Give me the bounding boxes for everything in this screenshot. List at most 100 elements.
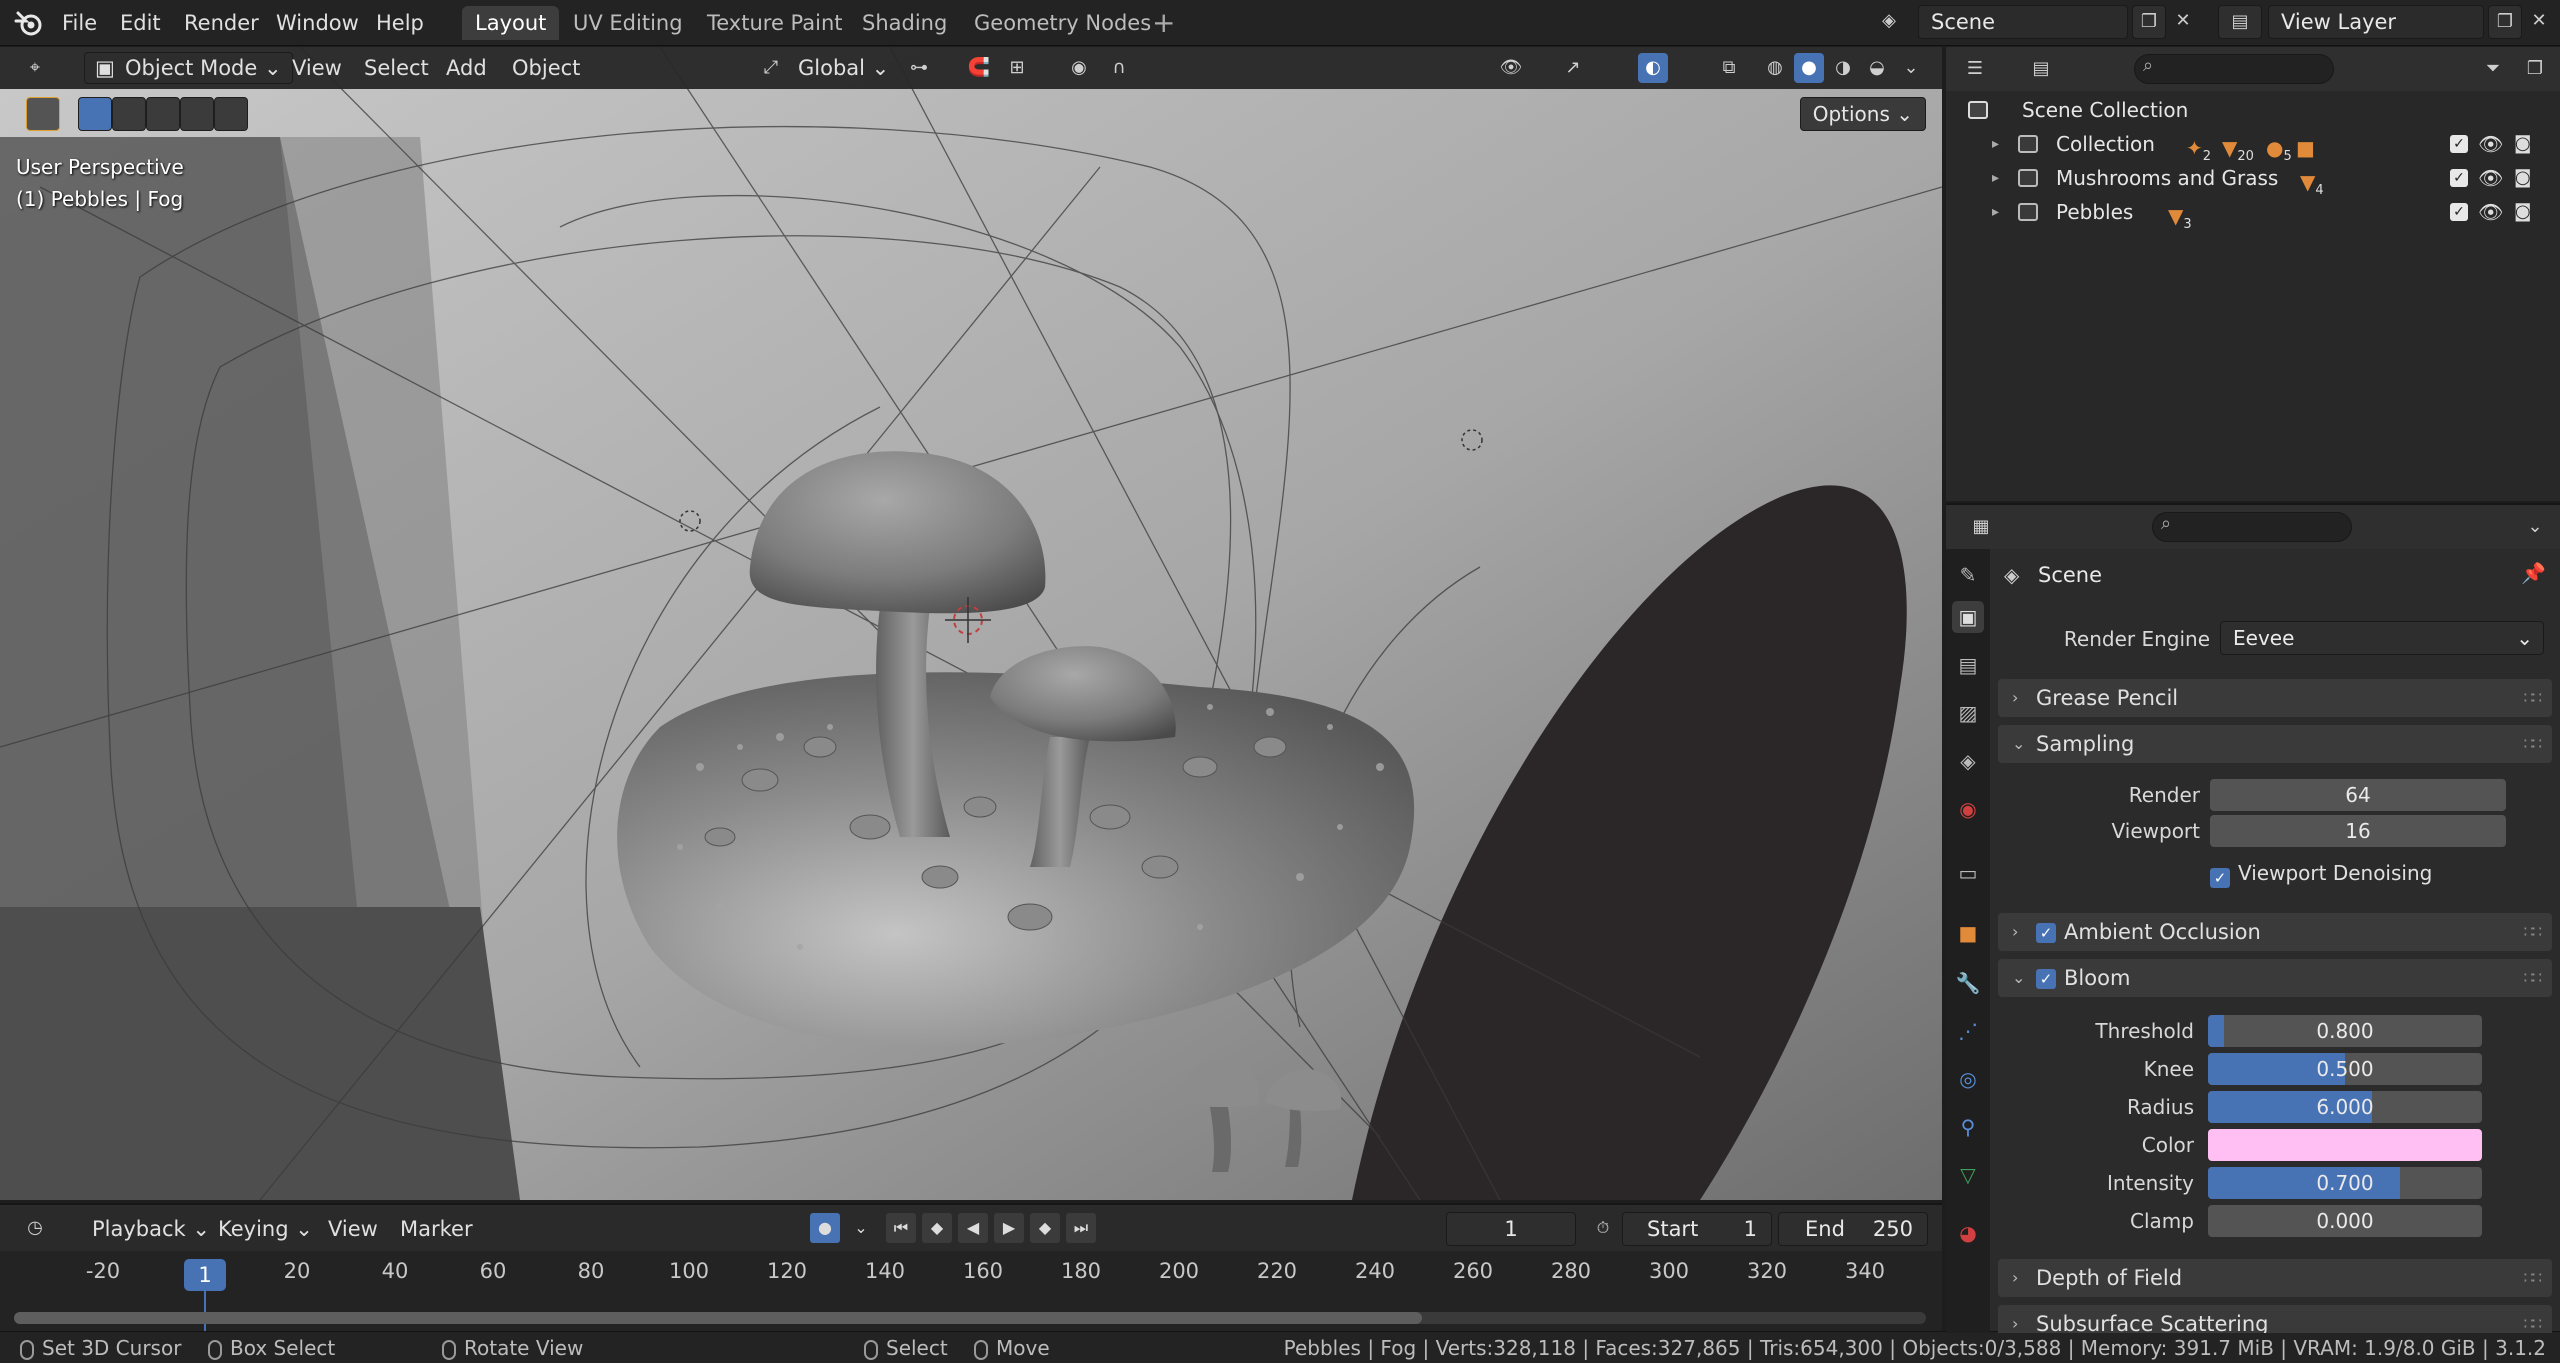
sampling-render-field[interactable]: 64: [2210, 779, 2506, 811]
keying-set-icon[interactable]: ⌄: [846, 1213, 876, 1243]
start-frame-field[interactable]: Start 1: [1622, 1212, 1772, 1246]
header-menu-icon[interactable]: ⌄: [2520, 512, 2550, 542]
bloom-knee-slider[interactable]: 0.500: [2208, 1053, 2482, 1085]
prev-keyframe-icon[interactable]: ◆: [922, 1213, 952, 1243]
sampling-viewport-field[interactable]: 16: [2210, 815, 2506, 847]
modifier-tab-icon[interactable]: 🔧: [1952, 967, 1984, 999]
mode-dropdown[interactable]: ▣ Object Mode ⌄: [84, 52, 293, 84]
exclude-checkbox[interactable]: ✓: [2450, 203, 2468, 221]
bloom-threshold-slider[interactable]: 0.800: [2208, 1015, 2482, 1047]
expand-arrow-icon[interactable]: ▸: [1992, 161, 1999, 195]
play-reverse-icon[interactable]: ◀: [958, 1213, 988, 1243]
add-workspace-icon[interactable]: +: [1152, 6, 1175, 40]
falloff-icon[interactable]: ∩: [1104, 53, 1134, 83]
menu-window[interactable]: Window: [270, 8, 365, 38]
transform-orientation-dropdown[interactable]: Global ⌄: [790, 52, 897, 84]
stopwatch-icon[interactable]: ⏱: [1588, 1213, 1618, 1243]
new-scene-icon[interactable]: ❐: [2132, 5, 2166, 39]
bloom-checkbox[interactable]: ✓: [2036, 969, 2056, 989]
panel-sampling[interactable]: ⌄ Sampling ∷∷: [1998, 725, 2552, 763]
render-camera-icon[interactable]: ◙: [2514, 195, 2531, 229]
world-tab-icon[interactable]: ◉: [1952, 793, 1984, 825]
editor-type-icon[interactable]: ⌖: [20, 53, 50, 83]
render-engine-dropdown[interactable]: Eevee ⌄: [2220, 621, 2544, 655]
shading-options-icon[interactable]: ⌄: [1896, 53, 1926, 83]
visibility-eye-icon[interactable]: 👁: [2478, 161, 2503, 195]
end-frame-field[interactable]: End 250: [1778, 1212, 1928, 1246]
current-frame-field[interactable]: 1: [1446, 1212, 1576, 1246]
3d-viewport[interactable]: ⌖ ▣ Object Mode ⌄ View Select Add Object…: [0, 47, 1942, 1200]
tab-layout[interactable]: Layout: [462, 6, 560, 40]
collection-tab-icon[interactable]: ▭: [1952, 857, 1984, 889]
jump-start-icon[interactable]: ⏮: [886, 1213, 916, 1243]
object-tab-icon[interactable]: ■: [1952, 917, 1984, 949]
new-collection-icon[interactable]: ❐: [2520, 54, 2550, 84]
panel-ambient-occlusion[interactable]: › ✓ Ambient Occlusion ∷∷: [1998, 913, 2552, 951]
panel-bloom[interactable]: ⌄ ✓ Bloom ∷∷: [1998, 959, 2552, 997]
drag-handle-icon[interactable]: ∷∷: [2524, 725, 2542, 763]
play-icon[interactable]: ▶: [994, 1213, 1024, 1243]
tab-shading[interactable]: Shading: [849, 6, 960, 40]
properties-search-input[interactable]: ⌕: [2152, 512, 2352, 542]
constraints-tab-icon[interactable]: ⚲: [1952, 1111, 1984, 1143]
visibility-icon[interactable]: 👁: [1496, 53, 1526, 83]
menu-help[interactable]: Help: [370, 8, 430, 38]
panel-grease-pencil[interactable]: › Grease Pencil ∷∷: [1998, 679, 2552, 717]
tab-texture-paint[interactable]: Texture Paint: [694, 6, 856, 40]
drag-handle-icon[interactable]: ∷∷: [2524, 1259, 2542, 1297]
outliner-scene-collection[interactable]: Scene Collection: [1946, 93, 2560, 127]
overlays-icon[interactable]: ◐: [1638, 53, 1668, 83]
view-layer-tab-icon[interactable]: ▨: [1952, 697, 1984, 729]
jump-end-icon[interactable]: ⏭: [1066, 1213, 1096, 1243]
scene-tab-icon[interactable]: ◈: [1952, 745, 1984, 777]
menu-playback[interactable]: Playback ⌄: [86, 1213, 216, 1245]
drag-handle-icon[interactable]: ∷∷: [2524, 1305, 2542, 1333]
tool-tab-icon[interactable]: ✎: [1952, 559, 1984, 591]
menu-add[interactable]: Add: [438, 52, 495, 84]
menu-edit[interactable]: Edit: [114, 8, 167, 38]
select-intersect-icon[interactable]: [214, 97, 248, 131]
exclude-checkbox[interactable]: ✓: [2450, 135, 2468, 153]
select-invert-icon[interactable]: [180, 97, 214, 131]
bloom-clamp-slider[interactable]: 0.000: [2208, 1205, 2482, 1237]
display-mode-icon[interactable]: ▤: [2026, 54, 2056, 84]
select-box-mode-icon[interactable]: [78, 97, 112, 131]
panel-depth-of-field[interactable]: › Depth of Field ∷∷: [1998, 1259, 2552, 1297]
select-tool-icon[interactable]: [26, 97, 60, 131]
pivot-point-icon[interactable]: ⊶: [904, 53, 934, 83]
select-extend-icon[interactable]: [112, 97, 146, 131]
next-keyframe-icon[interactable]: ◆: [1030, 1213, 1060, 1243]
outliner-row-collection[interactable]: ▸ Collection ✦2 ▼20 ●5 ■ ✓ 👁 ◙: [1946, 127, 2560, 164]
menu-marker[interactable]: Marker: [394, 1213, 479, 1245]
material-shading-icon[interactable]: ◑: [1828, 53, 1858, 83]
drag-handle-icon[interactable]: ∷∷: [2524, 913, 2542, 951]
panel-subsurface-scattering[interactable]: › Subsurface Scattering ∷∷: [1998, 1305, 2552, 1333]
view-layer-icon[interactable]: ▤: [2218, 5, 2262, 39]
gizmo-icon[interactable]: ↗: [1558, 53, 1588, 83]
drag-handle-icon[interactable]: ∷∷: [2524, 679, 2542, 717]
pin-icon[interactable]: 📌: [2521, 561, 2546, 585]
bloom-intensity-slider[interactable]: 0.700: [2208, 1167, 2482, 1199]
new-view-layer-icon[interactable]: ❐: [2488, 5, 2522, 39]
data-tab-icon[interactable]: ▽: [1952, 1159, 1984, 1191]
menu-keying[interactable]: Keying ⌄: [212, 1213, 319, 1245]
menu-select[interactable]: Select: [356, 52, 437, 84]
particles-tab-icon[interactable]: ⋰: [1952, 1015, 1984, 1047]
properties-editor-icon[interactable]: ▦: [1966, 512, 1996, 542]
proportional-edit-icon[interactable]: ◉: [1064, 53, 1094, 83]
material-tab-icon[interactable]: ◕: [1952, 1217, 1984, 1249]
timeline-editor-icon[interactable]: ◷: [20, 1213, 50, 1243]
timeline-scrollbar[interactable]: [14, 1312, 1926, 1324]
drag-handle-icon[interactable]: ∷∷: [2524, 959, 2542, 997]
close-scene-icon[interactable]: ✕: [2166, 5, 2200, 39]
blender-logo-icon[interactable]: [14, 9, 44, 37]
scene-name-field[interactable]: Scene: [1918, 5, 2128, 39]
physics-tab-icon[interactable]: ◎: [1952, 1063, 1984, 1095]
filter-icon[interactable]: ⏷: [2478, 54, 2508, 84]
menu-render[interactable]: Render: [178, 8, 265, 38]
exclude-checkbox[interactable]: ✓: [2450, 169, 2468, 187]
select-subtract-icon[interactable]: [146, 97, 180, 131]
bloom-color-swatch[interactable]: [2208, 1129, 2482, 1161]
render-camera-icon[interactable]: ◙: [2514, 127, 2531, 161]
menu-view[interactable]: View: [284, 52, 350, 84]
